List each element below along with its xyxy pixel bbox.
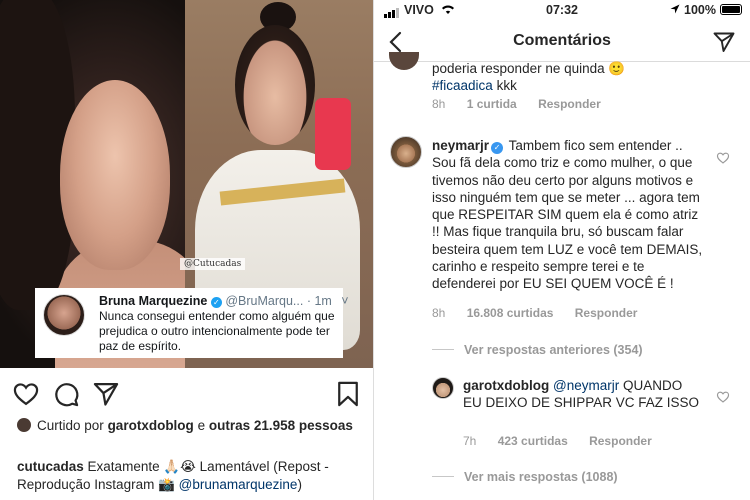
page-title: Comentários <box>513 32 611 49</box>
comment-username[interactable]: neymarjr <box>432 138 489 153</box>
comment-text: Tambem fico sem entender .. Sou fã dela … <box>432 138 703 292</box>
reply-button[interactable]: Responder <box>538 97 601 111</box>
comment-time: 7h <box>463 434 477 448</box>
comment-time: 8h <box>432 97 446 111</box>
view-more-replies-button[interactable]: Ver mais respostas (1088) <box>432 470 618 484</box>
avatar[interactable] <box>389 52 419 70</box>
mention-link[interactable]: @neymarjr <box>553 378 619 393</box>
heart-icon[interactable] <box>12 380 40 408</box>
post-actions <box>0 372 373 412</box>
comment-username[interactable]: garotxdoblog <box>463 378 549 393</box>
reply-button[interactable]: Responder <box>589 434 652 448</box>
verified-icon: ✓ <box>491 142 504 154</box>
reply-button[interactable]: Responder <box>575 306 638 320</box>
comments-panel: 07:32 VIVO 100% Comentários poderia resp… <box>374 0 750 500</box>
liked-user-link[interactable]: garotxdoblog <box>108 418 194 433</box>
photo-phone <box>315 98 351 170</box>
previous-comment-line1: poderia responder ne quinda 🙂 <box>432 61 626 76</box>
battery-percent: 100% <box>684 3 716 17</box>
comment-time: 8h <box>432 306 446 320</box>
tweet-handle: @BruMarqu... <box>225 294 304 308</box>
previous-comment-meta: 8h 1 curtida Responder <box>432 97 619 111</box>
hashtag-link[interactable]: #ficaadica <box>432 78 493 93</box>
bookmark-icon[interactable] <box>334 380 362 408</box>
comment-likes[interactable]: 1 curtida <box>467 97 517 111</box>
wifi-icon <box>442 5 455 14</box>
tweet-text: Nunca consegui entender como alguém que … <box>99 309 335 353</box>
share-icon[interactable] <box>92 380 120 408</box>
liked-connector: e <box>197 418 206 433</box>
caption-mention-link[interactable]: @brunamarquezine <box>179 477 298 492</box>
reply-comment: garotxdoblog @neymarjr QUANDO EU DEIXO D… <box>463 377 703 412</box>
liked-others-link[interactable]: outras 21.958 pessoas <box>209 418 353 433</box>
tweet-time: · 1m <box>306 294 332 308</box>
chevron-down-icon: ˅ <box>341 294 349 308</box>
divider-line <box>432 349 454 350</box>
caption-user-link[interactable]: cutucadas <box>17 459 84 474</box>
view-more-label: Ver mais respostas (1088) <box>464 470 618 484</box>
like-heart-icon[interactable] <box>716 390 730 404</box>
tweet-card: Bruna Marquezine ✓ @BruMarqu... · 1m ˅ N… <box>35 288 349 358</box>
comment-icon[interactable] <box>52 380 80 408</box>
location-icon <box>670 4 680 14</box>
avatar <box>17 418 31 432</box>
battery-icon <box>720 4 742 15</box>
avatar[interactable] <box>390 136 422 168</box>
signal-icon <box>384 4 400 18</box>
main-comment-meta: 8h 16.808 curtidas Responder <box>432 306 655 320</box>
carrier-name: VIVO <box>404 3 434 17</box>
comment-likes[interactable]: 16.808 curtidas <box>467 306 554 320</box>
status-bar: 07:32 VIVO 100% <box>374 0 750 22</box>
liked-prefix: Curtido por <box>37 418 104 433</box>
reply-comment-meta: 7h 423 curtidas Responder <box>463 434 670 448</box>
status-left: VIVO <box>384 3 455 18</box>
previous-comment-rest: kkk <box>496 78 517 93</box>
caption-end: ) <box>297 477 302 492</box>
photo-face <box>60 80 170 270</box>
post-panel: @Cutucadas Bruna Marquezine ✓ @BruMarqu.… <box>0 0 373 500</box>
photo-head <box>235 25 315 145</box>
status-right: 100% <box>670 3 742 17</box>
view-previous-label: Ver respostas anteriores (354) <box>464 343 643 357</box>
watermark: @Cutucadas <box>180 258 246 270</box>
liked-by: Curtido por garotxdoblog e outras 21.958… <box>17 417 367 435</box>
avatar <box>43 294 85 336</box>
like-heart-icon[interactable] <box>716 151 730 165</box>
tweet-header: Bruna Marquezine ✓ @BruMarqu... · 1m ˅ <box>99 294 349 308</box>
divider-line <box>432 476 454 477</box>
main-comment: neymarjr ✓ Tambem fico sem entender .. So… <box>432 137 704 293</box>
previous-comment: poderia responder ne quinda 🙂 #ficaadica… <box>432 60 625 94</box>
direct-message-icon[interactable] <box>712 30 736 54</box>
post-image[interactable]: @Cutucadas Bruna Marquezine ✓ @BruMarqu.… <box>0 0 373 368</box>
verified-icon: ✓ <box>210 297 222 308</box>
avatar[interactable] <box>432 377 454 399</box>
comment-likes[interactable]: 423 curtidas <box>498 434 568 448</box>
tweet-author-name: Bruna Marquezine <box>99 294 208 308</box>
view-previous-replies-button[interactable]: Ver respostas anteriores (354) <box>432 343 643 357</box>
post-caption: cutucadas Exatamente 🙏🏻😭 Lamentável (Rep… <box>17 458 367 494</box>
nav-bar: Comentários <box>374 22 750 62</box>
